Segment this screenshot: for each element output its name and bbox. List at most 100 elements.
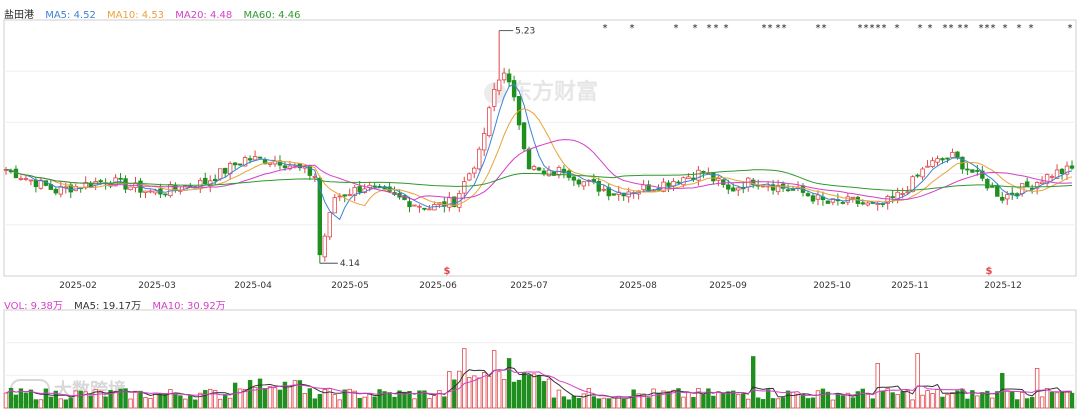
volume-bar xyxy=(646,397,651,409)
volume-bar xyxy=(486,375,492,409)
candle-body xyxy=(467,173,472,181)
volume-bar xyxy=(741,393,746,409)
volume-bar xyxy=(890,392,895,409)
volume-bar xyxy=(148,397,153,409)
volume-bar xyxy=(287,386,293,409)
volume-bar xyxy=(925,390,930,409)
candle-body xyxy=(213,178,218,182)
star-marker: * xyxy=(918,23,923,34)
volume-bar xyxy=(775,398,781,409)
volume-bar xyxy=(870,398,875,409)
candle-body xyxy=(920,168,925,178)
volume-bar xyxy=(302,393,308,409)
volume-bar xyxy=(596,398,601,409)
candle-body xyxy=(641,184,646,191)
candle-body xyxy=(526,148,532,170)
candle-body xyxy=(357,186,362,193)
x-tick-label: 2025-04 xyxy=(234,281,272,291)
volume-bar xyxy=(377,389,382,409)
candle-body xyxy=(825,200,831,204)
volume-bar xyxy=(770,398,776,409)
candle-body xyxy=(1059,168,1065,174)
volume-bar xyxy=(860,388,865,409)
candle-body xyxy=(18,178,24,180)
volume-bar xyxy=(247,380,253,409)
volume-bar xyxy=(551,397,557,409)
volume-bar xyxy=(178,395,183,409)
candle-body xyxy=(257,156,263,159)
volume-bar xyxy=(332,394,337,409)
volume-bar xyxy=(208,388,213,409)
candle-body xyxy=(865,202,870,206)
candle-body xyxy=(536,167,542,171)
candle-body xyxy=(905,191,910,194)
volume-bar xyxy=(262,387,268,409)
candle-body xyxy=(247,158,253,161)
candle-body xyxy=(790,188,796,191)
stock-chart: 盐田港 MA5: 4.52 MA10: 4.53 MA20: 4.48 MA60… xyxy=(0,0,1080,411)
x-tick-label: 2025-05 xyxy=(331,281,369,291)
dividend-marker: $ xyxy=(986,266,993,277)
candle-body xyxy=(601,188,606,191)
volume-bar xyxy=(257,378,263,409)
candle-body xyxy=(372,185,377,188)
volume-bar xyxy=(442,396,447,409)
low-annotation-label: 4.14 xyxy=(340,259,360,269)
candle-body xyxy=(666,182,671,187)
candle-body xyxy=(417,205,422,208)
volume-bar xyxy=(810,397,816,409)
x-tick-label: 2025-09 xyxy=(709,281,747,291)
candle-body xyxy=(1049,176,1055,178)
volume-bar xyxy=(392,396,397,409)
volume-bar xyxy=(63,399,68,409)
star-marker: * xyxy=(782,23,787,34)
volume-bar xyxy=(48,396,54,409)
volume-bar xyxy=(626,397,631,409)
volume-bar xyxy=(217,398,223,409)
volume-bar xyxy=(915,353,920,409)
dividend-marker: $ xyxy=(444,266,451,277)
volume-bar xyxy=(561,396,567,409)
volume-bar xyxy=(1064,391,1070,409)
volume-bar xyxy=(158,393,163,409)
volume-bar xyxy=(755,397,761,409)
volume-bar xyxy=(387,392,392,409)
candle-body xyxy=(815,194,821,200)
candle-body xyxy=(237,163,243,166)
volume-bar xyxy=(606,398,611,409)
star-marker: * xyxy=(964,23,969,34)
candle-body xyxy=(716,177,721,181)
candle-body xyxy=(33,179,39,188)
star-marker: * xyxy=(776,23,781,34)
candle-body xyxy=(282,165,288,169)
star-marker: * xyxy=(870,23,875,34)
star-marker: * xyxy=(882,23,887,34)
star-marker: * xyxy=(707,23,712,34)
volume-bar xyxy=(1024,398,1030,409)
candle-body xyxy=(731,187,736,192)
volume-bar xyxy=(168,389,173,409)
candle-body xyxy=(890,196,895,199)
volume-bar xyxy=(113,390,118,409)
volume-bar xyxy=(686,391,691,409)
candle-body xyxy=(785,189,791,192)
candle-body xyxy=(28,179,34,182)
candle-body xyxy=(148,190,153,193)
star-marker: * xyxy=(949,23,954,34)
volume-bar xyxy=(905,390,910,409)
chart-svg: 2025-02 2025-03 2025-04 2025-05 2025-06 2025-… xyxy=(3,19,1077,409)
volume-bar xyxy=(133,390,138,409)
star-marker: * xyxy=(943,23,948,34)
candle-body xyxy=(307,165,313,176)
candle-body xyxy=(482,133,487,151)
candle-body xyxy=(217,168,223,180)
volume-bar xyxy=(885,388,890,409)
volume-bar xyxy=(825,391,831,409)
candle-body xyxy=(1069,165,1075,169)
candle-body xyxy=(985,179,990,189)
volume-bar xyxy=(357,397,362,409)
candle-body xyxy=(267,162,273,165)
volume-bar xyxy=(526,374,532,409)
volume-bar xyxy=(138,390,143,409)
volume-bar xyxy=(566,399,572,409)
